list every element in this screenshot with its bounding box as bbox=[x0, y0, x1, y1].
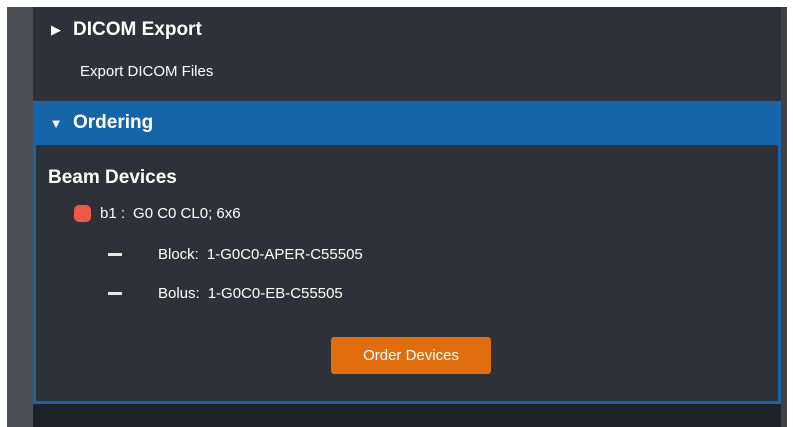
device-type: Bolus: bbox=[158, 285, 200, 302]
beam-row: b1 : G0 C0 CL0; 6x6 bbox=[74, 205, 241, 222]
dash-icon bbox=[108, 292, 122, 295]
beam-devices-title: Beam Devices bbox=[48, 167, 177, 188]
device-code: 1-G0C0-EB-C55505 bbox=[207, 285, 343, 302]
side-panel: ▶ DICOM Export Export DICOM Files ▼ Orde… bbox=[33, 7, 781, 427]
dicom-export-header[interactable]: ▶ DICOM Export bbox=[33, 7, 781, 53]
export-dicom-files-link[interactable]: Export DICOM Files bbox=[80, 63, 213, 80]
app-window: ▶ DICOM Export Export DICOM Files ▼ Orde… bbox=[0, 0, 793, 427]
device-type: Block: bbox=[158, 246, 199, 263]
beam-description: G0 C0 CL0; 6x6 bbox=[133, 205, 241, 222]
ordering-title: Ordering bbox=[73, 112, 154, 133]
bottom-strip bbox=[33, 404, 781, 427]
dicom-export-title: DICOM Export bbox=[73, 19, 202, 40]
left-rail bbox=[7, 7, 33, 427]
caret-right-icon: ▶ bbox=[51, 22, 61, 37]
beam-status-icon bbox=[74, 205, 91, 222]
beam-id: b1 : bbox=[100, 205, 126, 222]
dash-icon bbox=[108, 253, 122, 256]
device-code: 1-G0C0-APER-C55505 bbox=[206, 246, 363, 263]
device-row-bolus: Bolus: 1-G0C0-EB-C55505 bbox=[108, 285, 343, 302]
caret-down-icon: ▼ bbox=[49, 115, 63, 131]
scrollbar[interactable] bbox=[781, 7, 787, 427]
order-devices-button[interactable]: Order Devices bbox=[331, 337, 491, 374]
ordering-header[interactable]: ▼ Ordering bbox=[33, 101, 781, 145]
device-row-block: Block: 1-G0C0-APER-C55505 bbox=[108, 246, 363, 263]
ordering-body: Beam Devices b1 : G0 C0 CL0; 6x6 Block: … bbox=[33, 145, 781, 404]
